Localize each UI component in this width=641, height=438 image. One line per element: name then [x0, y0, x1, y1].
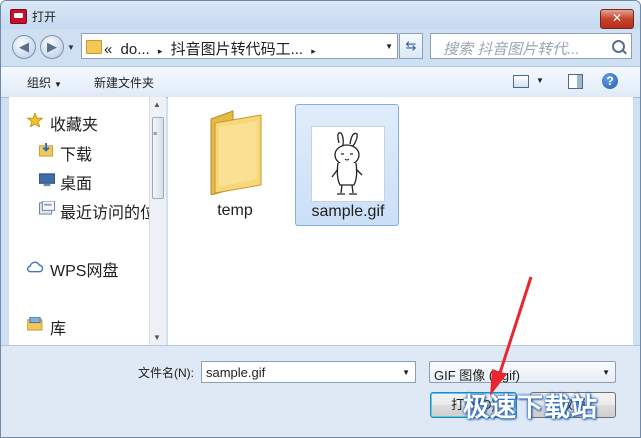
open-file-dialog: 打开 ✕ ◀ ▶ ▼ « do... ▸ 抖音图片转代码工... ▸ ▼ ⇆ 搜… [0, 0, 641, 438]
watermark-text: 极速下载站 [463, 392, 599, 422]
annotation-arrow-icon [490, 276, 533, 396]
